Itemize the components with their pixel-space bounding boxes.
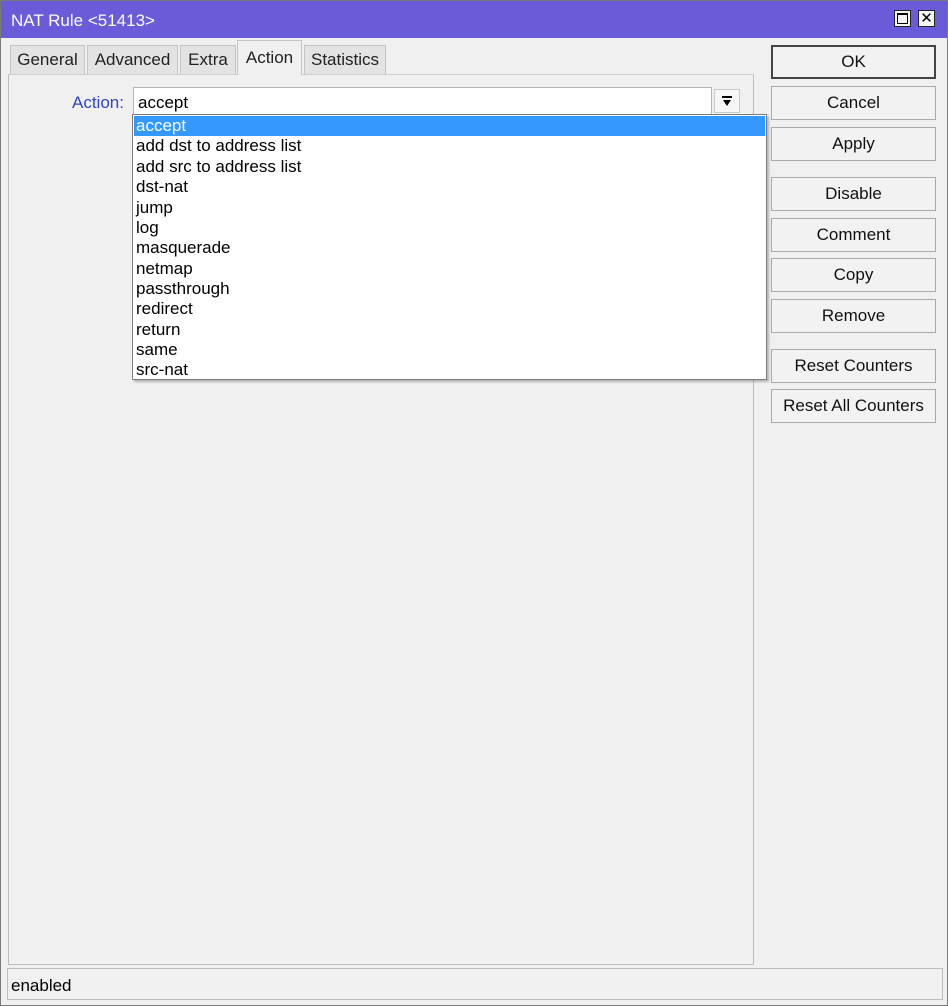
copy-button[interactable]: Copy — [771, 258, 936, 292]
option-masquerade[interactable]: masquerade — [134, 238, 765, 258]
status-bar: enabled — [7, 968, 943, 1000]
option-redirect[interactable]: redirect — [134, 299, 765, 319]
action-label: Action: — [72, 93, 124, 112]
arrow-down-icon — [722, 96, 732, 106]
comment-button[interactable]: Comment — [771, 218, 936, 252]
action-select-value: accept — [138, 93, 189, 112]
option-return[interactable]: return — [134, 320, 765, 340]
option-dst-nat[interactable]: dst-nat — [134, 177, 765, 197]
dropdown-arrow-icon[interactable] — [714, 89, 740, 113]
cancel-button[interactable]: Cancel — [771, 86, 936, 120]
option-log[interactable]: log — [134, 218, 765, 238]
option-add-dst-to-address-list[interactable]: add dst to address list — [134, 136, 765, 156]
action-dropdown-list: accept add dst to address list add src t… — [132, 114, 767, 380]
reset-counters-button[interactable]: Reset Counters — [771, 349, 936, 383]
action-select[interactable]: accept — [133, 87, 712, 116]
apply-button[interactable]: Apply — [771, 127, 936, 161]
remove-button[interactable]: Remove — [771, 299, 936, 333]
tab-general[interactable]: General — [10, 45, 85, 74]
tab-statistics[interactable]: Statistics — [304, 45, 386, 74]
option-add-src-to-address-list[interactable]: add src to address list — [134, 157, 765, 177]
maximize-icon[interactable] — [894, 10, 911, 27]
option-netmap[interactable]: netmap — [134, 259, 765, 279]
status-text: enabled — [11, 976, 72, 995]
option-src-nat[interactable]: src-nat — [134, 360, 765, 380]
reset-all-counters-button[interactable]: Reset All Counters — [771, 389, 936, 423]
option-same[interactable]: same — [134, 340, 765, 360]
option-accept[interactable]: accept — [134, 116, 765, 136]
disable-button[interactable]: Disable — [771, 177, 936, 211]
ok-button[interactable]: OK — [771, 45, 936, 79]
option-passthrough[interactable]: passthrough — [134, 279, 765, 299]
option-jump[interactable]: jump — [134, 198, 765, 218]
tab-extra[interactable]: Extra — [180, 45, 236, 74]
nat-rule-window: NAT Rule <51413> ✕ General Advanced Extr… — [0, 0, 948, 1006]
title-bar[interactable]: NAT Rule <51413> ✕ — [1, 1, 947, 38]
tab-action[interactable]: Action — [237, 40, 302, 75]
close-icon[interactable]: ✕ — [918, 10, 935, 27]
close-glyph: ✕ — [920, 10, 933, 27]
window-title: NAT Rule <51413> — [11, 11, 155, 30]
tab-advanced[interactable]: Advanced — [87, 45, 178, 74]
